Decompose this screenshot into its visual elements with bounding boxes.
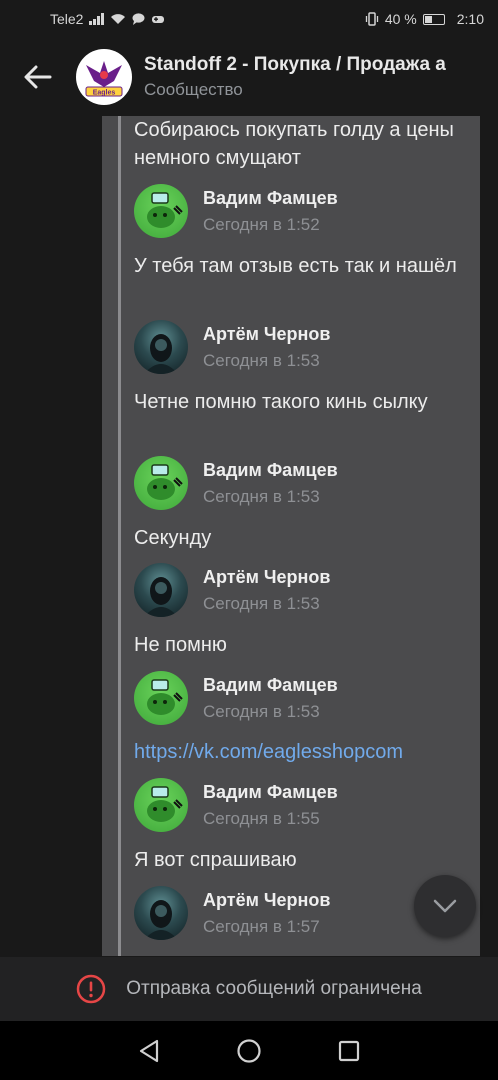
message-link[interactable]: https://vk.com/eaglesshopcom <box>134 738 470 766</box>
eagle-logo-icon: Eagles <box>85 61 123 97</box>
restricted-text: Отправка сообщений ограничена <box>126 978 422 999</box>
message-time: Сегодня в 1:52 <box>203 214 320 234</box>
chevron-down-icon <box>433 899 457 913</box>
message-icon <box>132 13 145 25</box>
user-avatar[interactable] <box>134 563 188 617</box>
nav-recents-icon[interactable] <box>338 1040 360 1062</box>
nav-home-icon[interactable] <box>236 1038 262 1064</box>
status-bar: Tele2 40 % 2:10 <box>0 0 498 38</box>
author-name[interactable]: Артём Чернов <box>203 890 331 911</box>
header: Eagles Standoff 2 - Покупка / Продажа а … <box>0 38 498 116</box>
alert-icon <box>76 974 106 1004</box>
user-avatar[interactable] <box>134 886 188 940</box>
community-subtitle: Сообщество <box>144 80 243 99</box>
clock: 2:10 <box>456 11 484 27</box>
message-time: Сегодня в 1:55 <box>203 808 320 828</box>
user-avatar[interactable] <box>134 671 188 725</box>
battery-icon <box>422 13 445 25</box>
frog-avatar-icon <box>147 679 183 715</box>
game-icon <box>152 16 165 23</box>
message-thread[interactable]: Собираюсь покупать голду а цены немного … <box>102 116 480 956</box>
message-author-row[interactable]: Вадим Фамцев Сегодня в 1:52 <box>134 183 338 239</box>
messaging-restricted-bar: Отправка сообщений ограничена <box>0 957 498 1021</box>
message-text: Я вот спрашиваю <box>134 849 297 871</box>
arrow-left-icon <box>24 65 52 89</box>
message-text: Собираюсь покупать голду а цены немного … <box>134 119 454 169</box>
message-time: Сегодня в 1:57 <box>203 916 320 936</box>
user-avatar[interactable] <box>134 456 188 510</box>
author-name[interactable]: Артём Чернов <box>203 324 331 345</box>
back-button[interactable] <box>0 38 76 116</box>
author-name[interactable]: Артём Чернов <box>203 567 331 588</box>
user-avatar[interactable] <box>134 778 188 832</box>
author-name[interactable]: Вадим Фамцев <box>203 460 338 481</box>
community-avatar[interactable]: Eagles <box>76 49 132 105</box>
message-time: Сегодня в 1:53 <box>203 350 320 370</box>
frog-avatar-icon <box>147 786 183 822</box>
message-time: Сегодня в 1:53 <box>203 701 320 721</box>
author-name[interactable]: Вадим Фамцев <box>203 675 338 696</box>
message-time: Сегодня в 1:53 <box>203 486 320 506</box>
author-name[interactable]: Вадим Фамцев <box>203 782 338 803</box>
message-text: Секунду <box>134 527 212 549</box>
signal-icon <box>89 13 105 25</box>
message-text: Не помню <box>134 634 227 656</box>
message-author-row[interactable]: Вадим Фамцев Сегодня в 1:53 <box>134 455 338 511</box>
user-avatar[interactable] <box>134 320 188 374</box>
author-name[interactable]: Вадим Фамцев <box>203 188 338 209</box>
system-nav-bar <box>0 1021 498 1080</box>
vibrate-icon <box>365 12 378 26</box>
message-text: У тебя там отзыв есть так и нашёл <box>134 255 457 277</box>
carrier-label: Tele2 <box>50 11 84 27</box>
message-author-row[interactable]: Вадим Фамцев Сегодня в 1:55 <box>134 777 338 833</box>
message-text: Четне помню такого кинь сылку <box>134 391 428 413</box>
hooded-person-avatar-icon <box>144 577 178 617</box>
message-time: Сегодня в 1:53 <box>203 593 320 613</box>
hooded-person-avatar-icon <box>144 900 178 940</box>
user-avatar[interactable] <box>134 184 188 238</box>
hooded-person-avatar-icon <box>144 334 178 374</box>
battery-percent: 40 % <box>384 11 417 27</box>
frog-avatar-icon <box>147 192 183 228</box>
message-author-row[interactable]: Вадим Фамцев Сегодня в 1:53 <box>134 670 338 726</box>
message-author-row[interactable]: Артём Чернов Сегодня в 1:53 <box>134 562 331 618</box>
message-author-row[interactable]: Артём Чернов Сегодня в 1:53 <box>134 319 331 375</box>
nav-back-icon[interactable] <box>138 1039 160 1063</box>
community-title[interactable]: Standoff 2 - Покупка / Продажа а <box>144 54 446 76</box>
message-author-row[interactable]: Артём Чернов Сегодня в 1:57 <box>134 885 331 941</box>
svg-text:Eagles: Eagles <box>93 90 116 97</box>
scroll-down-button[interactable] <box>414 875 476 937</box>
wifi-icon <box>111 14 126 24</box>
frog-avatar-icon <box>147 464 183 500</box>
